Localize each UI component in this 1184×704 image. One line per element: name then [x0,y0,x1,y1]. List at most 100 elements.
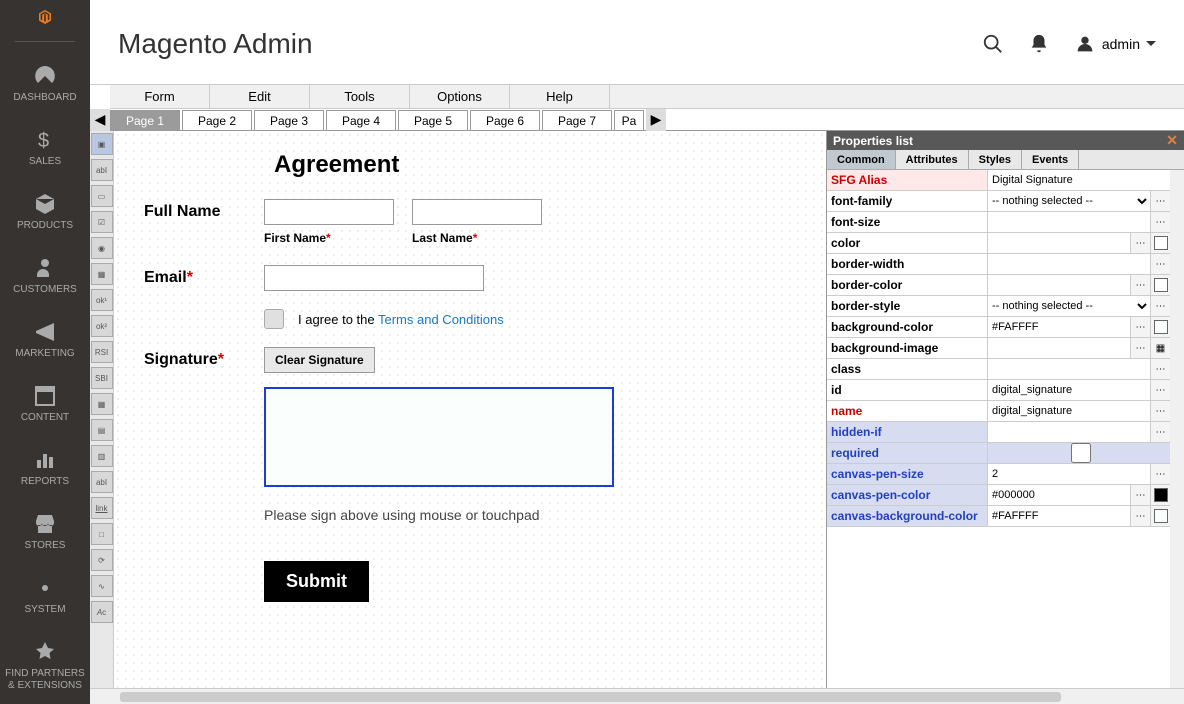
tool-pointer[interactable]: ▣ [91,133,113,155]
property-input[interactable] [988,359,1150,379]
sidebar-item-products[interactable]: PRODUCTS [0,180,90,244]
color-swatch[interactable] [1150,233,1170,253]
property-input[interactable] [988,170,1170,190]
property-input[interactable] [988,338,1130,358]
tab-page-2[interactable]: Page 2 [182,110,252,130]
ptab-attributes[interactable]: Attributes [896,150,969,169]
tool-dyn[interactable]: ⟳ [91,549,113,571]
property-action-icon[interactable]: ⋯ [1130,275,1150,295]
menu-tools[interactable]: Tools [310,85,410,108]
tool-image[interactable]: ▦ [91,263,113,285]
tool-checkbox[interactable]: ☑ [91,211,113,233]
tool-sbl[interactable]: SBI [91,367,113,389]
tab-scroll-left[interactable]: ◀ [90,109,110,131]
tool-rect[interactable]: □ [91,523,113,545]
horizontal-scrollbar[interactable] [90,688,1184,704]
email-input[interactable] [264,265,484,291]
property-action-icon[interactable]: ⋯ [1150,212,1170,232]
sidebar-item-content[interactable]: CONTENT [0,372,90,436]
color-swatch[interactable] [1150,506,1170,526]
property-checkbox[interactable] [992,443,1170,463]
tab-page-7[interactable]: Page 7 [542,110,612,130]
color-swatch[interactable] [1150,317,1170,337]
tool-ok2[interactable]: ok² [91,315,113,337]
property-input[interactable] [988,485,1130,505]
tool-radio[interactable]: ◉ [91,237,113,259]
sidebar-item-stores[interactable]: STORES [0,500,90,564]
sidebar-item-partners[interactable]: FIND PARTNERS & EXTENSIONS [0,628,90,704]
property-action-icon[interactable]: ⋯ [1150,401,1170,421]
submit-button[interactable]: Submit [264,561,369,602]
property-action-icon[interactable]: ⋯ [1150,191,1170,211]
tab-page-6[interactable]: Page 6 [470,110,540,130]
bell-icon[interactable] [1028,33,1050,55]
property-input[interactable] [988,380,1150,400]
property-browse-icon[interactable]: ▦ [1150,338,1170,358]
property-action-icon[interactable]: ⋯ [1130,338,1150,358]
tool-rsl[interactable]: RSI [91,341,113,363]
ptab-events[interactable]: Events [1022,150,1079,169]
clear-signature-button[interactable]: Clear Signature [264,347,375,373]
tool-label[interactable]: abI [91,159,113,181]
menu-help[interactable]: Help [510,85,610,108]
sidebar-item-dashboard[interactable]: DASHBOARD [0,52,90,116]
property-action-icon[interactable]: ⋯ [1130,233,1150,253]
ptab-common[interactable]: Common [827,150,896,169]
form-canvas[interactable]: Agreement Full Name First Name* Last Nam… [114,131,826,688]
tool-grid3[interactable]: ▥ [91,445,113,467]
agree-checkbox[interactable] [264,309,284,329]
property-input[interactable] [988,212,1150,232]
property-input[interactable] [988,233,1130,253]
property-input[interactable] [988,422,1150,442]
tool-link[interactable]: link [91,497,113,519]
tool-textbox[interactable]: ▭ [91,185,113,207]
tab-scroll-right[interactable]: ▶ [646,109,666,131]
close-icon[interactable]: ✕ [1166,132,1178,149]
tool-grid1[interactable]: ▦ [91,393,113,415]
property-action-icon[interactable]: ⋯ [1130,485,1150,505]
property-input[interactable] [988,317,1130,337]
property-input[interactable] [988,401,1150,421]
tab-page-3[interactable]: Page 3 [254,110,324,130]
search-icon[interactable] [982,33,1004,55]
sidebar-item-marketing[interactable]: MARKETING [0,308,90,372]
tool-grid2[interactable]: ▤ [91,419,113,441]
property-input[interactable] [988,506,1130,526]
property-input[interactable] [988,254,1150,274]
signature-pad[interactable] [264,387,614,487]
sidebar-item-sales[interactable]: $SALES [0,116,90,180]
tab-page-5[interactable]: Page 5 [398,110,468,130]
property-action-icon[interactable]: ⋯ [1150,464,1170,484]
sidebar-item-customers[interactable]: CUSTOMERS [0,244,90,308]
property-input[interactable] [988,464,1150,484]
property-action-icon[interactable]: ⋯ [1130,506,1150,526]
menu-edit[interactable]: Edit [210,85,310,108]
tool-ac[interactable]: Ac [91,601,113,623]
sidebar-item-reports[interactable]: REPORTS [0,436,90,500]
tab-page-1[interactable]: Page 1 [110,110,180,130]
property-select[interactable]: -- nothing selected -- [988,191,1150,211]
property-action-icon[interactable]: ⋯ [1150,254,1170,274]
ptab-styles[interactable]: Styles [969,150,1022,169]
first-name-input[interactable] [264,199,394,225]
user-menu[interactable]: admin [1074,33,1156,55]
color-swatch[interactable] [1150,485,1170,505]
property-action-icon[interactable]: ⋯ [1150,422,1170,442]
last-name-input[interactable] [412,199,542,225]
property-input[interactable] [988,275,1130,295]
property-action-icon[interactable]: ⋯ [1150,296,1170,316]
tab-page-8[interactable]: Pa [614,110,644,130]
menu-form[interactable]: Form [110,85,210,108]
menu-options[interactable]: Options [410,85,510,108]
tab-page-4[interactable]: Page 4 [326,110,396,130]
sidebar-item-system[interactable]: SYSTEM [0,564,90,628]
tool-abl2[interactable]: abI [91,471,113,493]
property-action-icon[interactable]: ⋯ [1130,317,1150,337]
property-action-icon[interactable]: ⋯ [1150,359,1170,379]
property-action-icon[interactable]: ⋯ [1150,380,1170,400]
tool-wave[interactable]: ∿ [91,575,113,597]
property-select[interactable]: -- nothing selected -- [988,296,1150,316]
tool-ok1[interactable]: ok¹ [91,289,113,311]
color-swatch[interactable] [1150,275,1170,295]
terms-link[interactable]: Terms and Conditions [378,312,504,327]
